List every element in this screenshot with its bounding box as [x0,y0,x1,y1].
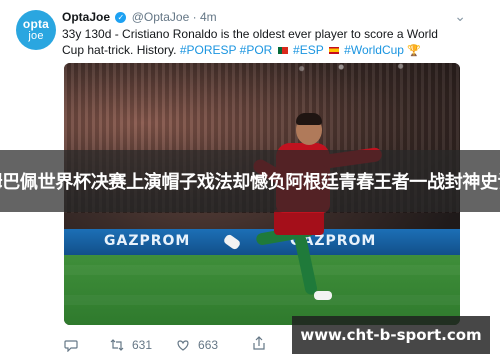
user-handle[interactable]: @OptaJoe [132,10,190,24]
timestamp[interactable]: 4m [200,10,217,24]
separator-dot: · [192,10,197,24]
spain-flag-icon [328,47,339,55]
site-watermark: www.cht-b-sport.com [292,316,490,354]
trophy-icon: 🏆 [407,45,422,57]
portugal-flag-icon [277,47,288,55]
player-leg [293,234,319,296]
retweet-button[interactable]: 631 [110,338,152,352]
verified-icon: ✓ [115,12,127,24]
tweet-header: OptaJoe ✓ @OptaJoe · 4m [62,10,217,24]
heart-icon [177,340,189,351]
avatar[interactable]: opta joe [16,10,56,50]
ad-board-text-left: GAZPROM [104,233,191,249]
retweet-count: 631 [132,338,153,352]
tweet-card: opta joe OptaJoe ✓ @OptaJoe · 4m ⌄ 33y 1… [0,0,500,362]
headline-banner: 姆巴佩世界杯决赛上演帽子戏法却憾负阿根廷青春王者一战封神史诗 [0,150,500,212]
reply-button[interactable] [64,338,86,352]
tweet-actions: 631 663 [64,335,314,355]
player-boot [314,291,332,300]
chevron-down-icon[interactable]: ⌄ [454,8,466,25]
avatar-text-line1: opta [22,17,50,31]
player-hair [296,113,322,125]
tweet-text: 33y 130d - Cristiano Ronaldo is the olde… [62,26,462,59]
hashtag-por[interactable]: #POR [240,43,273,57]
hashtag-esp[interactable]: #ESP [293,43,323,57]
player-boot [222,233,242,251]
hashtag-poresp[interactable]: #PORESP [180,43,236,57]
like-count: 663 [198,338,219,352]
hashtag-worldcup[interactable]: #WorldCup [344,43,404,57]
display-name[interactable]: OptaJoe [62,10,110,24]
reply-icon [64,340,78,352]
like-button[interactable]: 663 [176,338,218,352]
stadium-lights [64,63,460,103]
avatar-text-line2: joe [28,30,44,42]
headline-text: 姆巴佩世界杯决赛上演帽子戏法却憾负阿根廷青春王者一战封神史诗 [0,172,500,193]
retweet-icon [110,339,124,351]
share-icon[interactable] [252,335,266,351]
